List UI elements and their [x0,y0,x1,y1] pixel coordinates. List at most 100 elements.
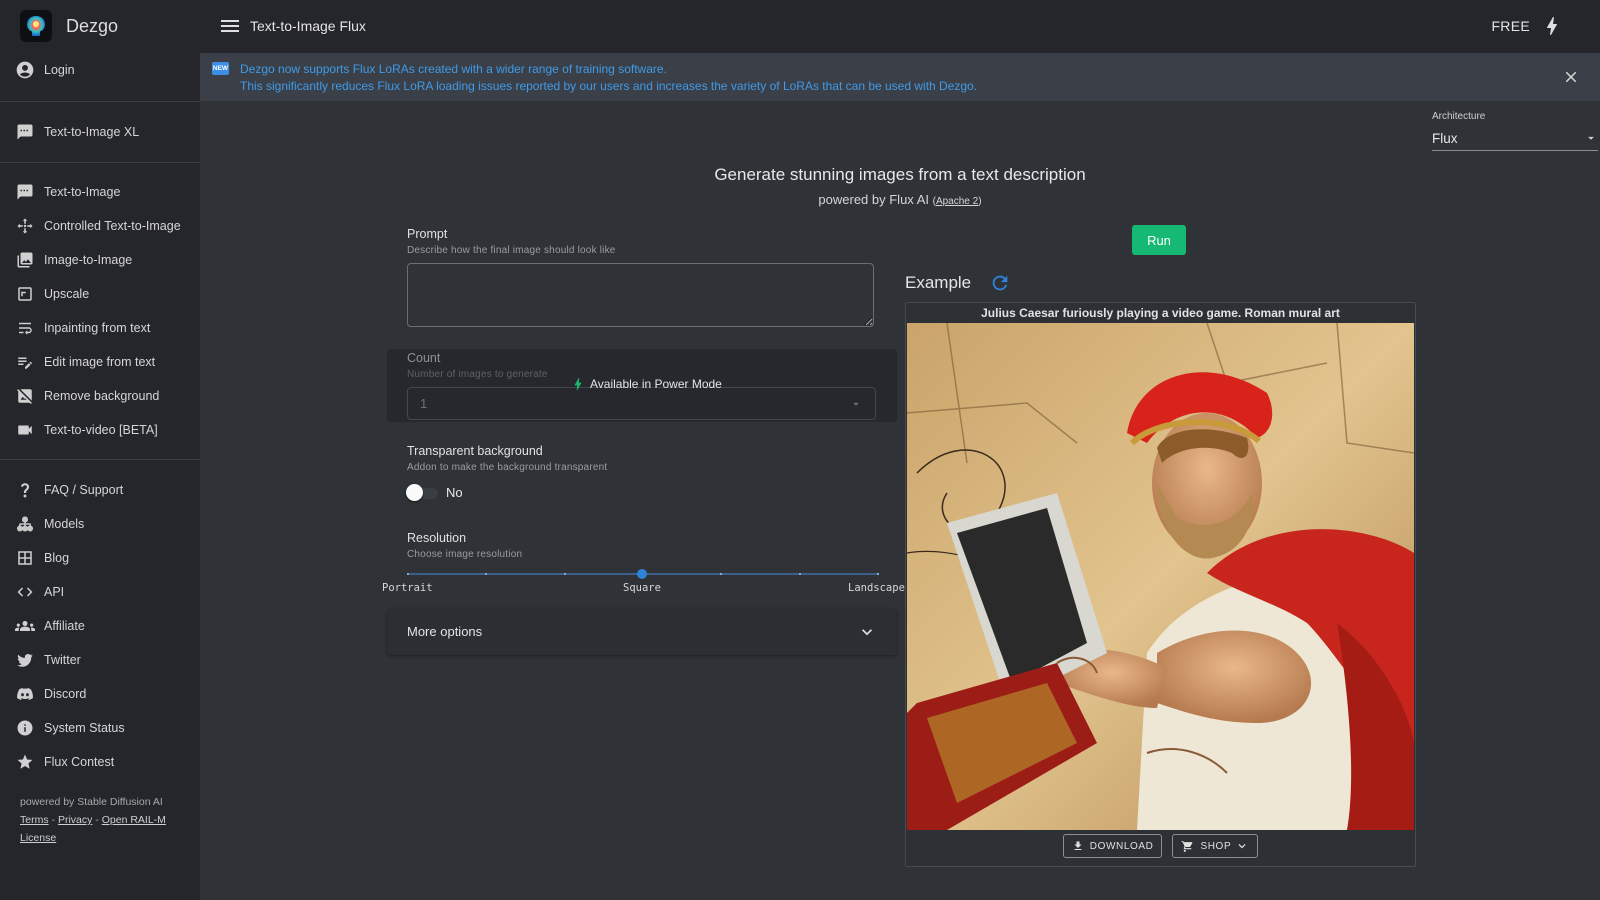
sidebar-item-api[interactable]: API [0,577,200,607]
table-icon [13,546,37,570]
sidebar-item-text-to-image-xl[interactable]: Text-to-Image XL [0,117,200,147]
sidebar-item-label: System Status [44,721,125,735]
transparent-toggle[interactable] [406,484,440,502]
upscale-icon [13,282,37,306]
twitter-icon [13,648,37,672]
refresh-icon[interactable] [989,272,1011,294]
sidebar-item-text-to-image[interactable]: Text-to-Image [0,177,200,207]
transparent-value: No [446,485,463,500]
sidebar-item-label: Models [44,517,85,531]
brand[interactable]: Dezgo [20,10,118,42]
sidebar-item-label: Text-to-Image [44,185,121,199]
count-hint: Number of images to generate [407,369,548,380]
sidebar-item-label: Flux Contest [44,755,115,769]
sidebar-item-label: Twitter [44,653,81,667]
sidebar-item-controlled-text-to-image[interactable]: Controlled Text-to-Image [0,211,200,241]
chat-icon [13,180,37,204]
discord-icon [13,682,37,706]
power-mode-note[interactable]: Available in Power Mode [570,376,722,392]
bolt-icon[interactable] [1540,14,1564,38]
sidebar-item-faq[interactable]: FAQ / Support [0,475,200,505]
slider-tick [877,573,879,575]
sidebar: Dezgo Login Text-to-Image XL Text-to-Ima… [0,0,200,900]
sidebar-item-label: API [44,585,65,599]
brand-name: Dezgo [66,15,119,36]
videocam-icon [13,418,37,442]
control-arrows-icon [13,214,37,238]
sidebar-divider [0,162,200,163]
dropdown-arrow-icon [849,397,863,411]
privacy-link[interactable]: Privacy [58,814,92,826]
cart-icon [1182,840,1193,852]
slider-thumb[interactable] [637,569,647,579]
sidebar-item-upscale[interactable]: Upscale [0,279,200,309]
image-stack-icon [13,248,37,272]
sidebar-item-twitter[interactable]: Twitter [0,645,200,675]
edit-note-icon [13,350,37,374]
resolution-hint: Choose image resolution [407,549,523,560]
sidebar-item-models[interactable]: Models [0,509,200,539]
example-image[interactable] [907,323,1414,830]
models-icon [13,512,37,536]
prompt-input[interactable] [407,263,874,327]
sidebar-item-label: Text-to-video [BETA] [44,423,158,437]
sidebar-item-login[interactable]: Login [0,55,200,85]
slider-tick [564,573,566,575]
dezgo-logo [20,10,52,42]
slider-tick [407,573,409,575]
sidebar-item-affiliate[interactable]: Affiliate [0,611,200,641]
example-title: Example [905,273,972,292]
transparent-label: Transparent background [407,444,543,458]
sidebar-divider [0,101,200,102]
announcement-banner: NEW Dezgo now supports Flux LoRAs create… [200,53,1600,101]
wrap-text-icon [13,316,37,340]
count-value: 1 [420,396,428,411]
slider-tick [799,573,801,575]
example-caption: Julius Caesar furiously playing a video … [981,306,1340,320]
sidebar-item-label: Text-to-Image XL [44,125,140,139]
info-icon [13,716,37,740]
sidebar-item-flux-contest[interactable]: Flux Contest [0,747,200,777]
sidebar-footer: powered by Stable Diffusion AI Terms - P… [20,793,190,847]
apache-license-link[interactable]: Apache 2 [936,196,978,207]
resolution-slider[interactable] [407,567,879,581]
resolution-option-landscape[interactable]: Landscape [848,582,905,594]
slider-tick [485,573,487,575]
sidebar-item-label: Inpainting from text [44,321,151,335]
sidebar-divider [0,459,200,460]
dropdown-arrow-icon [1584,131,1598,145]
count-section: Count Number of images to generate 1 Ava… [387,349,897,422]
sidebar-item-discord[interactable]: Discord [0,679,200,709]
sidebar-item-edit-image[interactable]: Edit image from text [0,347,200,377]
group-icon [13,614,37,638]
plan-badge[interactable]: FREE [1491,18,1530,34]
run-button[interactable]: Run [1132,225,1186,255]
sidebar-item-text-to-video[interactable]: Text-to-video [BETA] [0,415,200,445]
sidebar-item-label: FAQ / Support [44,483,124,497]
more-options-panel[interactable]: More options [387,609,897,655]
example-card: Julius Caesar furiously playing a video … [905,302,1416,867]
shop-button[interactable]: SHOP [1172,834,1259,858]
sidebar-item-inpainting[interactable]: Inpainting from text [0,313,200,343]
architecture-dropdown[interactable]: Flux [1432,126,1598,151]
powered-by-flux: powered by Flux AI [818,192,929,207]
architecture-select: Architecture Flux [1432,111,1598,151]
menu-icon[interactable] [218,14,242,38]
chat-icon [13,120,37,144]
resolution-option-square[interactable]: Square [623,582,661,594]
terms-link[interactable]: Terms [20,814,49,826]
new-icon: NEW [212,62,229,75]
sidebar-item-label: Affiliate [44,619,85,633]
transparent-hint: Addon to make the background transparent [407,462,608,473]
close-icon[interactable] [1562,68,1580,86]
sidebar-item-system-status[interactable]: System Status [0,713,200,743]
sidebar-item-label: Discord [44,687,87,701]
sidebar-item-label: Upscale [44,287,90,301]
license-paren: ) [978,196,982,207]
sidebar-item-blog[interactable]: Blog [0,543,200,573]
resolution-option-portrait[interactable]: Portrait [382,582,433,594]
sidebar-item-remove-background[interactable]: Remove background [0,381,200,411]
download-button[interactable]: DOWNLOAD [1062,834,1163,858]
power-mode-text: Available in Power Mode [590,377,722,391]
sidebar-item-image-to-image[interactable]: Image-to-Image [0,245,200,275]
